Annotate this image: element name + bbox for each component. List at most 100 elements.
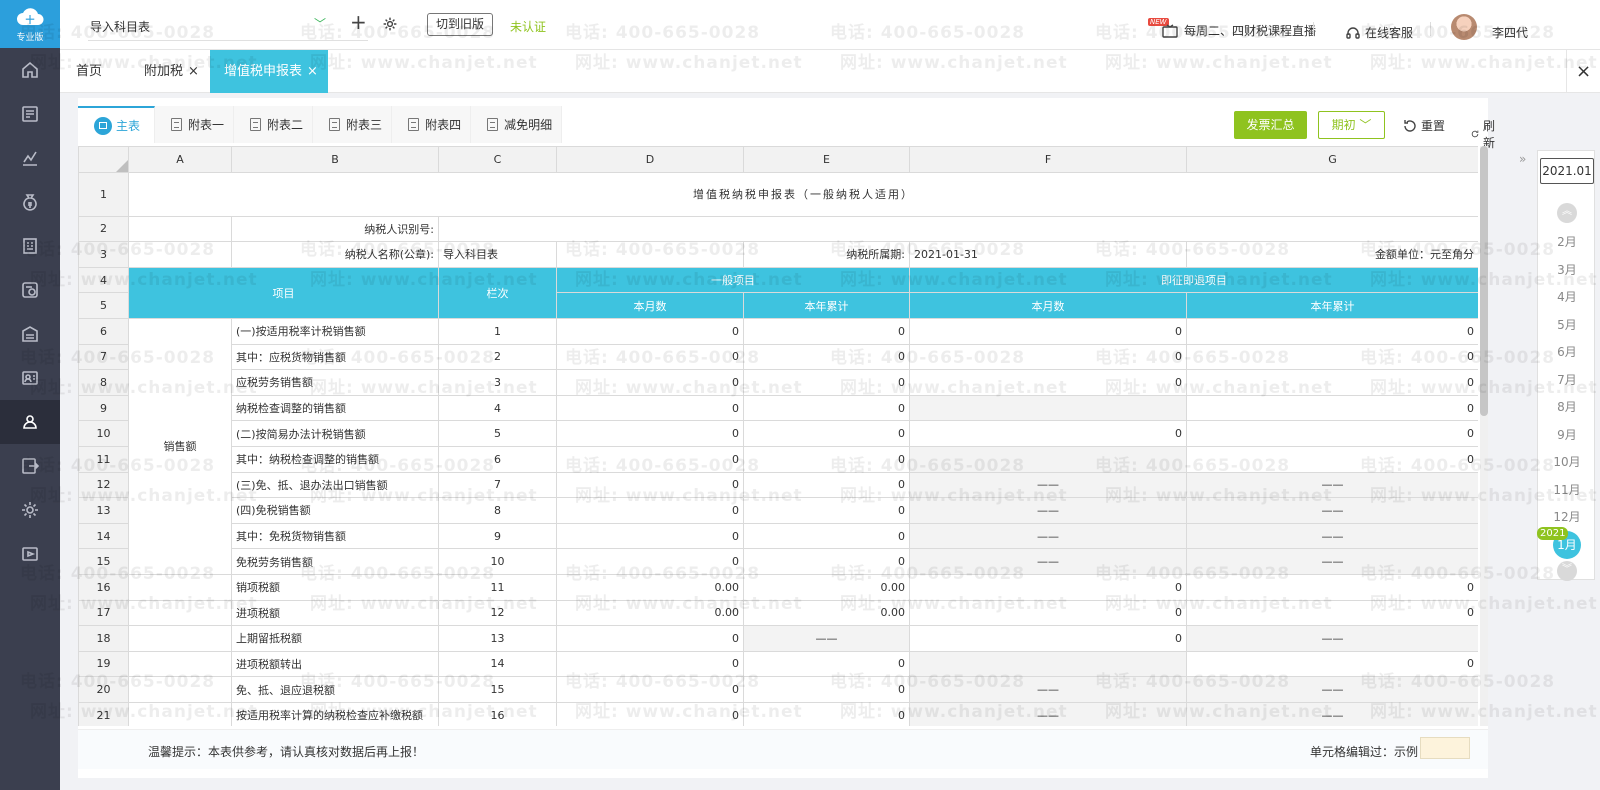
row-number[interactable]: 17 bbox=[78, 599, 129, 627]
value-cell[interactable]: 0 bbox=[909, 317, 1187, 345]
chevron-down-icon[interactable]: ﹀ bbox=[314, 15, 326, 32]
value-cell[interactable]: 0 bbox=[556, 625, 744, 652]
vertical-scrollbar[interactable] bbox=[1480, 146, 1488, 726]
scroll-up-icon[interactable]: ︽ bbox=[1557, 203, 1577, 223]
value-cell[interactable]: 0 bbox=[556, 445, 744, 473]
row-number[interactable]: 7 bbox=[78, 343, 129, 371]
nav-home[interactable] bbox=[0, 48, 60, 92]
scroll-down-icon[interactable]: ︾ bbox=[1557, 561, 1577, 581]
value-cell[interactable]: 0.00 bbox=[743, 573, 910, 601]
row-number[interactable]: 4 bbox=[78, 266, 129, 294]
column-header[interactable]: B bbox=[231, 146, 439, 173]
row-number[interactable]: 5 bbox=[78, 292, 129, 319]
close-icon[interactable]: × bbox=[188, 64, 199, 79]
value-cell[interactable]: 0 bbox=[743, 522, 910, 550]
value-cell[interactable]: —— bbox=[909, 548, 1187, 575]
value-cell[interactable]: —— bbox=[1186, 522, 1478, 550]
value-cell[interactable]: 0 bbox=[909, 420, 1187, 447]
settings-gear-icon[interactable] bbox=[382, 16, 398, 35]
row-number[interactable]: 20 bbox=[78, 676, 129, 703]
value-cell[interactable]: 0 bbox=[743, 317, 910, 345]
value-cell[interactable] bbox=[909, 650, 1187, 678]
expand-panel-icon[interactable]: » bbox=[1519, 152, 1526, 166]
value-cell[interactable]: —— bbox=[909, 471, 1187, 499]
tab-surtax[interactable]: 附加税 × bbox=[144, 50, 199, 93]
scrollbar-thumb[interactable] bbox=[1480, 146, 1488, 416]
value-cell[interactable]: 0 bbox=[743, 548, 910, 575]
month-item[interactable]: 4月 bbox=[1538, 288, 1596, 305]
sheet-tab-main[interactable]: 主表 bbox=[78, 106, 156, 143]
tab-home[interactable]: 首页 bbox=[76, 50, 102, 93]
nav-settings[interactable] bbox=[0, 488, 60, 532]
close-all-tabs-icon[interactable]: × bbox=[1566, 50, 1600, 93]
nav-reports[interactable] bbox=[0, 136, 60, 180]
value-cell[interactable]: 0 bbox=[743, 445, 910, 473]
value-cell[interactable]: —— bbox=[1186, 497, 1478, 524]
value-cell[interactable]: 0 bbox=[556, 394, 744, 422]
value-cell[interactable]: 0 bbox=[743, 650, 910, 678]
value-cell[interactable]: 0 bbox=[1186, 599, 1478, 627]
value-cell[interactable]: 0 bbox=[909, 343, 1187, 371]
column-header[interactable]: F bbox=[909, 146, 1187, 173]
value-cell[interactable]: 0 bbox=[556, 676, 744, 703]
month-item[interactable]: 10月 bbox=[1538, 453, 1596, 470]
value-cell[interactable]: 0.00 bbox=[743, 599, 910, 627]
nav-warehouse[interactable] bbox=[0, 312, 60, 356]
month-item[interactable]: 7月 bbox=[1538, 371, 1596, 388]
value-cell[interactable]: 0 bbox=[1186, 445, 1478, 473]
row-number[interactable]: 10 bbox=[78, 420, 129, 447]
row-number[interactable]: 11 bbox=[78, 445, 129, 473]
verify-status-link[interactable]: 未认证 bbox=[510, 18, 546, 35]
sheet-tab-reduction-detail[interactable]: 减免明细 bbox=[471, 106, 563, 143]
row-number[interactable]: 6 bbox=[78, 317, 129, 345]
value-cell[interactable]: 0.00 bbox=[556, 599, 744, 627]
row-number[interactable]: 16 bbox=[78, 573, 129, 601]
value-cell[interactable]: 0 bbox=[743, 394, 910, 422]
value-cell[interactable]: 0 bbox=[556, 497, 744, 524]
column-header[interactable]: G bbox=[1186, 146, 1478, 173]
month-item[interactable]: 11月 bbox=[1538, 481, 1596, 498]
value-cell[interactable]: 0 bbox=[1186, 317, 1478, 345]
month-item[interactable]: 6月 bbox=[1538, 343, 1596, 360]
row-number[interactable]: 13 bbox=[78, 497, 129, 524]
value-cell[interactable]: 0 bbox=[556, 343, 744, 371]
reset-button[interactable]: 重置 bbox=[1403, 117, 1445, 134]
nav-video[interactable] bbox=[0, 532, 60, 576]
sheet-tab-schedule-2[interactable]: 附表二 bbox=[234, 106, 314, 143]
close-icon[interactable]: × bbox=[307, 64, 318, 79]
value-cell[interactable]: 0 bbox=[556, 548, 744, 575]
value-cell[interactable]: 0 bbox=[556, 650, 744, 678]
current-period[interactable]: 2021.01 bbox=[1540, 158, 1594, 184]
nav-invoice[interactable] bbox=[0, 268, 60, 312]
value-cell[interactable]: 0 bbox=[743, 701, 910, 726]
value-cell[interactable]: —— bbox=[1186, 548, 1478, 575]
row-number[interactable]: 15 bbox=[78, 548, 129, 575]
value-cell[interactable]: 0 bbox=[1186, 394, 1478, 422]
value-cell[interactable]: 0 bbox=[1186, 343, 1478, 371]
tab-vat-return[interactable]: 增值税申报表 × bbox=[210, 50, 328, 93]
value-cell[interactable]: 0 bbox=[743, 471, 910, 499]
column-header[interactable]: C bbox=[438, 146, 557, 173]
value-cell[interactable]: —— bbox=[909, 676, 1187, 703]
value-cell[interactable]: 0 bbox=[1186, 650, 1478, 678]
value-cell[interactable]: 0 bbox=[909, 625, 1187, 652]
value-cell[interactable]: 0 bbox=[556, 317, 744, 345]
row-number[interactable]: 3 bbox=[78, 241, 129, 268]
month-item[interactable]: 5月 bbox=[1538, 316, 1596, 333]
row-number[interactable]: 14 bbox=[78, 522, 129, 550]
value-cell[interactable]: 0 bbox=[909, 369, 1187, 396]
nav-assets[interactable] bbox=[0, 224, 60, 268]
row-number[interactable]: 18 bbox=[78, 625, 129, 652]
value-cell[interactable]: 0 bbox=[909, 573, 1187, 601]
month-item[interactable]: 2月 bbox=[1538, 233, 1596, 250]
value-cell[interactable]: 0 bbox=[743, 497, 910, 524]
online-service-link[interactable]: 在线客服 bbox=[1346, 24, 1413, 41]
invoice-summary-button[interactable]: 发票汇总 bbox=[1234, 111, 1307, 139]
value-cell[interactable]: —— bbox=[1186, 625, 1478, 652]
column-header[interactable]: D bbox=[556, 146, 744, 173]
sheet-tab-schedule-1[interactable]: 附表一 bbox=[155, 106, 235, 143]
value-cell[interactable]: —— bbox=[909, 522, 1187, 550]
value-cell[interactable]: 0 bbox=[909, 599, 1187, 627]
value-cell[interactable]: 0 bbox=[743, 343, 910, 371]
period-select-button[interactable]: 期初 ﹀ bbox=[1318, 111, 1385, 139]
